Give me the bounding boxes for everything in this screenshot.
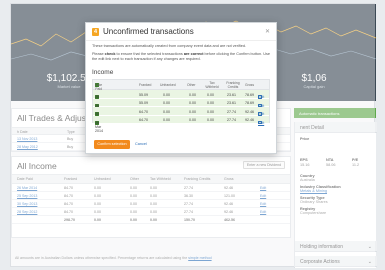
row-cell-u: 0.00 [163,109,170,114]
row-cell-t: 0.00 [207,92,214,97]
count-badge-icon: 4 [92,28,99,36]
row-cell-f: 64.70 [139,109,148,114]
modal-table-row: 28 Sep 201255.090.000.000.0023.6178.69Ed… [93,90,269,107]
row-cell-u: 0.00 [163,101,170,105]
modal-table-header: Date Paid Franked Unfranked Other Tax Wi… [93,80,269,91]
row-cell-f: 55.09 [139,92,148,97]
unconfirmed-transactions-modal: 4 Unconfirmed transactions ✕ These trans… [85,22,277,154]
instructions-check: check [104,52,116,56]
row-cell-c: 27.74 [227,109,236,114]
cancel-link[interactable]: Cancel [135,142,147,146]
close-icon[interactable]: ✕ [265,28,270,35]
modal-income-table: Date Paid Franked Unfranked Other Tax Wi… [92,79,270,133]
row-cell-g: 78.69 [245,101,254,105]
row-cell-f: 64.70 [139,118,148,122]
row-cell-o: 0.00 [189,109,196,114]
modal-table-row: 30 Sep 201364.700.000.000.0027.7492.46Ed… [93,107,269,124]
row-cell-g: 78.69 [245,92,254,97]
modal-instructions: Please check to ensure that the selected… [92,52,270,62]
row-cell-t: 0.00 [207,109,214,114]
instructions-part-c: to ensure that the selected transactions [115,52,184,56]
row-cell-c: 23.61 [227,101,236,105]
row-cell-u: 0.00 [163,92,170,97]
modal-col-tax: Tax Withheld [205,81,219,89]
confirm-selection-button[interactable]: Confirm selection [94,140,130,149]
row-cell-c: 23.61 [227,92,236,97]
modal-col-franked: Franked [139,83,152,87]
modal-table-row: 26 Mar 201355.090.000.000.0023.6178.69Ed… [93,98,269,116]
edit-link[interactable]: Edit [258,121,264,125]
modal-title: Unconfirmed transactions [103,27,194,36]
row-cell-o: 0.00 [189,92,196,97]
modal-col-credits: Franking Credits [226,81,240,89]
row-date: 28 Mar 2014 [95,120,103,133]
row-cell-g: 92.46 [245,118,254,122]
modal-table-row: 28 Mar 2014 64.70 0.00 0.00 0.00 27.74 92.46 Ed… [93,115,269,133]
row-cell-g: 92.46 [245,109,254,114]
modal-col-gross: Gross [245,83,255,87]
row-cell-t: 0.00 [207,118,214,122]
instructions-correct: are correct [183,52,204,56]
instructions-part-a: Please [92,52,105,56]
row-cell-o: 0.00 [189,101,196,105]
modal-col-other: Other [187,83,196,87]
row-cell-f: 55.09 [139,101,148,105]
row-cell-o: 0.00 [189,118,196,122]
row-cell-c: 27.74 [227,118,236,122]
modal-col-unfranked: Unfranked [160,83,176,87]
row-cell-t: 0.00 [207,101,214,105]
modal-income-heading: Income [92,69,114,76]
modal-intro-text: These transactions are automatically cre… [92,44,247,48]
row-cell-u: 0.00 [163,118,170,122]
modal-header: 4 Unconfirmed transactions ✕ [86,23,276,41]
